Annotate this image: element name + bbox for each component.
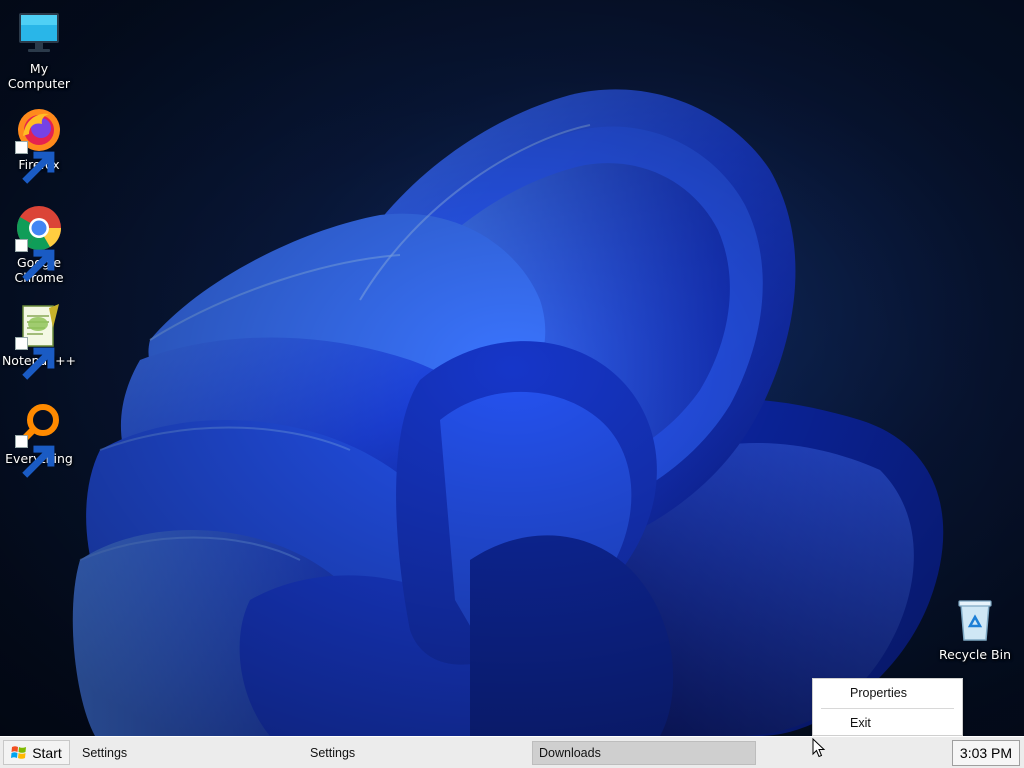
- desktop-icon-label: Recycle Bin: [938, 647, 1012, 662]
- menu-item-exit[interactable]: Exit: [813, 711, 962, 735]
- desktop-icon-recycle-bin[interactable]: Recycle Bin: [936, 596, 1014, 662]
- shortcut-arrow-icon: [15, 141, 55, 184]
- start-button[interactable]: Start: [3, 740, 70, 765]
- firefox-icon: [15, 106, 63, 184]
- tray-context-menu: Properties Exit: [812, 678, 963, 736]
- wallpaper-bloom: [0, 0, 1024, 736]
- desktop-icon-everything[interactable]: Everything: [0, 400, 78, 478]
- monitor-icon: [15, 10, 63, 58]
- shortcut-arrow-icon: [15, 239, 55, 282]
- desktop-icon-notepadpp[interactable]: Notepad++: [0, 302, 78, 380]
- windows-logo-icon: [11, 746, 27, 759]
- chrome-icon: [15, 204, 63, 282]
- start-label: Start: [32, 744, 62, 761]
- shortcut-arrow-icon: [15, 435, 55, 478]
- desktop-icon-google-chrome[interactable]: Google Chrome: [0, 204, 78, 285]
- menu-item-properties[interactable]: Properties: [813, 681, 962, 705]
- shortcut-arrow-icon: [15, 337, 55, 380]
- recycle-bin-icon: [951, 596, 999, 644]
- desktop-icon-label: My Computer: [7, 61, 71, 91]
- taskbar-clock[interactable]: 3:03 PM: [952, 740, 1020, 766]
- menu-separator: [821, 708, 954, 709]
- desktop-icon-my-computer[interactable]: My Computer: [0, 10, 78, 91]
- mouse-cursor-icon: [812, 738, 826, 758]
- desktop-icon-firefox[interactable]: Firefox: [0, 106, 78, 184]
- taskbar: Start Settings Settings Downloads 3:03 P…: [0, 736, 1024, 768]
- taskbar-item-downloads[interactable]: Downloads: [532, 741, 756, 765]
- notepadpp-icon: [15, 302, 63, 380]
- taskbar-item-settings-1[interactable]: Settings: [76, 741, 300, 765]
- taskbar-item-settings-2[interactable]: Settings: [304, 741, 528, 765]
- desktop[interactable]: My Computer Firefox Google Chrome Notepa…: [0, 0, 1024, 736]
- everything-icon: [15, 400, 63, 478]
